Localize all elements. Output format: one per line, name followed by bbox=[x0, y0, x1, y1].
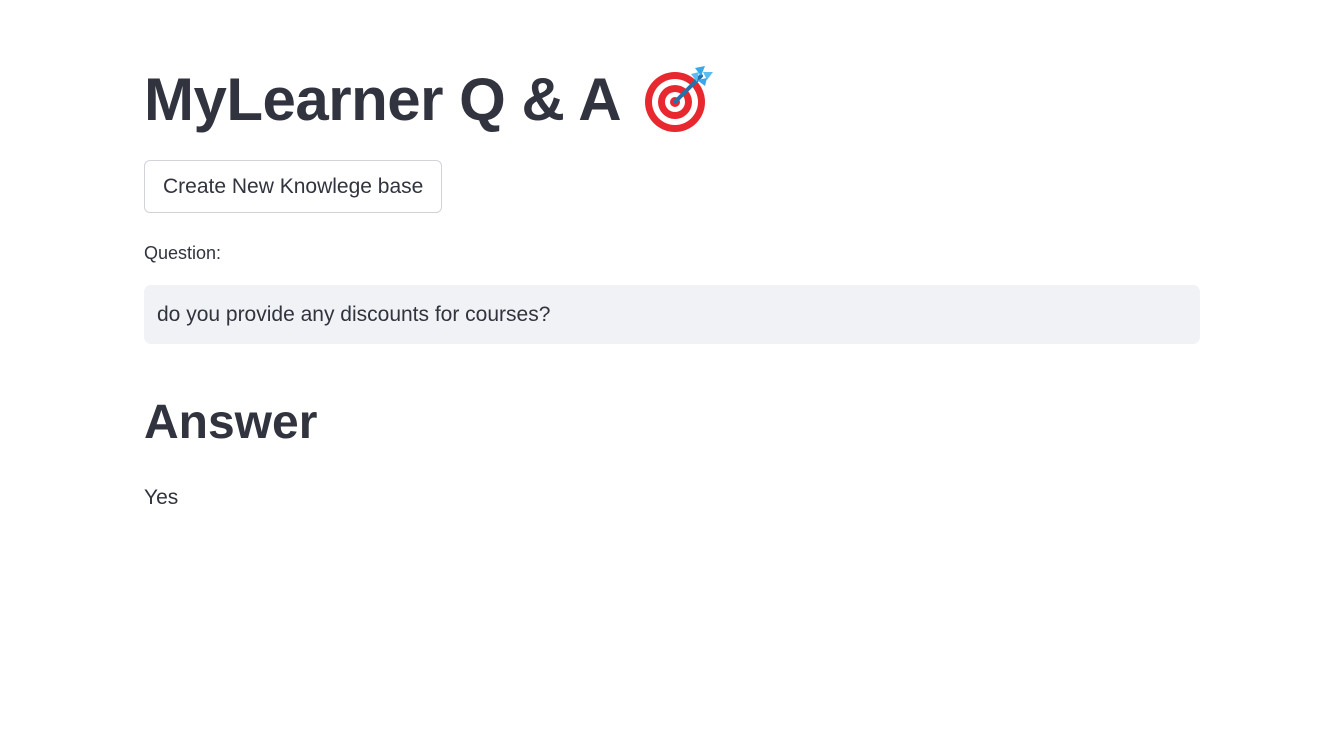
question-input[interactable] bbox=[144, 285, 1200, 344]
page-title: MyLearner Q & A bbox=[144, 66, 622, 133]
answer-heading: Answer bbox=[144, 396, 318, 449]
question-label: Question: bbox=[144, 243, 222, 263]
answer-text: Yes bbox=[144, 486, 179, 509]
title-row: MyLearner Q & A bbox=[144, 58, 715, 142]
create-knowledge-base-button[interactable]: Create New Knowlege base bbox=[144, 160, 443, 213]
direct-hit-target-icon bbox=[643, 62, 715, 134]
